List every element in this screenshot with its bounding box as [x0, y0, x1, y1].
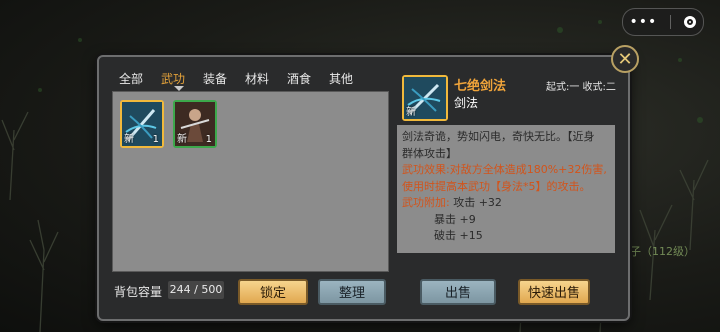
skill-type: 剑法 — [454, 96, 479, 110]
effect-line: 武功效果:对敌方全体造成180%+32伤害, — [402, 163, 607, 176]
category-tabs: 全部 武功 装备 材料 酒食 其他 — [110, 68, 362, 90]
map-npc-label: 子（112级） — [630, 245, 695, 258]
tab-equipment[interactable]: 装备 — [194, 68, 236, 90]
description-line: 剑法奇诡，势如闪电，奇快无比。【近身 — [402, 130, 595, 143]
new-badge: 新 — [124, 134, 134, 145]
tab-other[interactable]: 其他 — [320, 68, 362, 90]
skill-stance: 起式:一 收式:二 — [546, 82, 616, 93]
item-count: 1 — [205, 134, 212, 145]
inventory-slot[interactable]: 新 1 — [120, 100, 164, 148]
effect-line: 使用时提高本武功【身法*5】的攻击。 — [402, 179, 591, 193]
capacity-value: 244 / 500 — [168, 281, 224, 299]
sort-button[interactable]: 整理 — [318, 279, 386, 305]
inventory-slot[interactable]: 新 1 — [173, 100, 217, 148]
item-count: 1 — [152, 134, 159, 145]
bonus-value: +15 — [459, 229, 483, 242]
bonus-value: +32 — [478, 196, 502, 209]
bonus-label: 攻击 — [453, 196, 476, 209]
selected-item-icon: 新 — [402, 75, 448, 121]
tab-martial-arts[interactable]: 武功 — [152, 68, 194, 90]
skill-description: 剑法奇诡，势如闪电，奇快无比。【近身 群体攻击】 武功效果:对敌方全体造成180… — [397, 125, 615, 253]
bonus-row: 武功附加: 攻击 +32 — [402, 195, 610, 212]
tab-food-wine[interactable]: 酒食 — [278, 68, 320, 90]
lock-button[interactable]: 锁定 — [238, 279, 308, 305]
bonus-row: 破击 +15 — [402, 228, 610, 245]
quick-sell-button[interactable]: 快速出售 — [518, 279, 590, 305]
new-badge: 新 — [177, 134, 187, 145]
bonus-row: 暴击 +9 — [402, 212, 610, 229]
tab-materials[interactable]: 材料 — [236, 68, 278, 90]
new-badge: 新 — [406, 107, 416, 118]
description-line: 群体攻击】 — [402, 146, 457, 160]
ellipsis-icon[interactable]: ••• — [630, 14, 658, 30]
bonus-label: 暴击 — [434, 212, 456, 226]
bonus-label: 破击 — [434, 229, 456, 242]
close-icon[interactable]: ✕ — [611, 45, 639, 73]
target-icon[interactable] — [684, 16, 697, 28]
mini-program-capsule: ••• — [622, 8, 704, 36]
sell-button[interactable]: 出售 — [420, 279, 496, 305]
skill-name: 七绝剑法 — [454, 79, 507, 94]
capsule-divider — [670, 15, 672, 29]
tab-all[interactable]: 全部 — [110, 68, 152, 90]
bonus-value: +9 — [459, 212, 476, 226]
capacity-label: 背包容量 — [114, 285, 163, 299]
bonus-title: 武功附加: — [402, 196, 450, 209]
